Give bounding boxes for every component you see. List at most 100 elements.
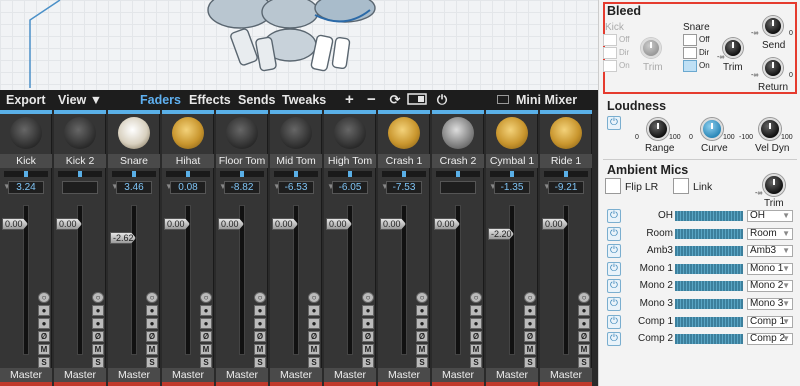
mute-button[interactable]: M (524, 344, 536, 355)
mic-output-select[interactable]: Comp 1 ▼ (747, 315, 793, 328)
output-routing[interactable]: Master (162, 368, 214, 382)
solo-button[interactable]: S (524, 357, 536, 368)
mute-button[interactable]: M (254, 344, 266, 355)
mute-button[interactable]: M (416, 344, 428, 355)
solo-dot-icon[interactable]: ● (38, 305, 50, 316)
layout-toggle-icon[interactable] (407, 92, 427, 108)
mute-button[interactable]: M (578, 344, 590, 355)
output-routing[interactable]: Master (486, 368, 538, 382)
pan-slider[interactable] (220, 171, 264, 177)
solo-dot-icon[interactable]: ● (362, 305, 374, 316)
solo-button[interactable]: S (38, 357, 50, 368)
mute-button[interactable]: M (38, 344, 50, 355)
fader-track[interactable] (509, 205, 515, 355)
refresh-icon[interactable]: ⟳ (387, 92, 403, 108)
flip-lr-checkbox[interactable] (605, 178, 621, 194)
solo-button[interactable]: S (254, 357, 266, 368)
mic-level-meter[interactable] (675, 263, 743, 274)
mic-level-meter[interactable] (675, 228, 743, 239)
curve-knob[interactable] (701, 118, 723, 140)
power-icon[interactable]: ⏻ (434, 92, 450, 108)
bleed-kick-off-switch[interactable] (603, 34, 617, 46)
bleed-kick-on-switch[interactable] (603, 60, 617, 72)
fader-knob[interactable]: 0.00 (164, 218, 190, 230)
tab-sends[interactable]: Sends (238, 93, 276, 107)
volume-value-field[interactable]: -9.21 (548, 181, 584, 194)
instrument-icon[interactable] (118, 117, 150, 149)
remove-channel-button[interactable]: − (367, 91, 376, 108)
solo-dot-icon[interactable]: ● (524, 305, 536, 316)
drum-kit-canvas[interactable] (0, 0, 598, 90)
solo-button[interactable]: S (308, 357, 320, 368)
record-arm-icon[interactable]: ○ (416, 292, 428, 303)
tab-effects[interactable]: Effects (189, 93, 231, 107)
output-routing[interactable]: Master (0, 368, 52, 382)
mute-button[interactable]: M (200, 344, 212, 355)
pan-slider[interactable] (544, 171, 588, 177)
volume-value-field[interactable]: 3.46 (116, 181, 152, 194)
link-checkbox[interactable] (673, 178, 689, 194)
loudness-power-button[interactable]: ⏻ (607, 116, 621, 130)
output-routing[interactable]: Master (378, 368, 430, 382)
tab-faders[interactable]: Faders (140, 93, 181, 107)
record-arm-icon[interactable]: ○ (38, 292, 50, 303)
mute-button[interactable]: M (308, 344, 320, 355)
mute-dot-icon[interactable]: ● (146, 318, 158, 329)
fader-knob[interactable]: 0.00 (56, 218, 82, 230)
volume-value-field[interactable]: -8.82 (224, 181, 260, 194)
phase-button[interactable]: Ø (578, 331, 590, 342)
volume-value-field[interactable]: 3.24 (8, 181, 44, 194)
solo-button[interactable]: S (146, 357, 158, 368)
mic-output-select[interactable]: Mono 1 ▼ (747, 262, 793, 275)
instrument-icon[interactable] (226, 117, 258, 149)
solo-button[interactable]: S (578, 357, 590, 368)
mute-dot-icon[interactable]: ● (362, 318, 374, 329)
mute-dot-icon[interactable]: ● (308, 318, 320, 329)
fader-knob[interactable]: 0.00 (542, 218, 568, 230)
pan-slider[interactable] (166, 171, 210, 177)
phase-button[interactable]: Ø (470, 331, 482, 342)
solo-dot-icon[interactable]: ● (416, 305, 428, 316)
pan-slider[interactable] (382, 171, 426, 177)
mute-dot-icon[interactable]: ● (254, 318, 266, 329)
tab-tweaks[interactable]: Tweaks (282, 93, 326, 107)
solo-dot-icon[interactable]: ● (92, 305, 104, 316)
mic-level-meter[interactable] (675, 316, 743, 327)
mic-output-select[interactable]: Amb3 ▼ (747, 245, 793, 258)
send-knob[interactable] (763, 16, 783, 36)
mic-output-select[interactable]: Mono 3 ▼ (747, 298, 793, 310)
vel-dyn-knob[interactable] (759, 118, 781, 140)
bleed-kick-trim-knob[interactable] (641, 38, 661, 58)
fader-track[interactable] (131, 205, 137, 355)
mute-dot-icon[interactable]: ● (416, 318, 428, 329)
instrument-icon[interactable] (550, 117, 582, 149)
output-routing[interactable]: Master (216, 368, 268, 382)
mini-mixer-label[interactable]: Mini Mixer (516, 93, 577, 107)
fader-knob[interactable]: -2.20 (488, 228, 514, 240)
phase-button[interactable]: Ø (146, 331, 158, 342)
fader-knob[interactable]: 0.00 (434, 218, 460, 230)
mic-level-meter[interactable] (675, 299, 743, 309)
instrument-icon[interactable] (280, 117, 312, 149)
fader-knob[interactable]: 0.00 (272, 218, 298, 230)
output-routing[interactable]: Master (270, 368, 322, 382)
mute-button[interactable]: M (470, 344, 482, 355)
fader-knob[interactable]: 0.00 (2, 218, 28, 230)
volume-value-field[interactable]: 0.08 (170, 181, 206, 194)
mic-level-meter[interactable] (675, 334, 743, 345)
fader-knob[interactable]: 0.00 (326, 218, 352, 230)
solo-button[interactable]: S (200, 357, 212, 368)
instrument-icon[interactable] (172, 117, 204, 149)
view-menu[interactable]: View ▼ (58, 93, 102, 107)
phase-button[interactable]: Ø (38, 331, 50, 342)
record-arm-icon[interactable]: ○ (308, 292, 320, 303)
fader-knob[interactable]: 0.00 (218, 218, 244, 230)
instrument-icon[interactable] (442, 117, 474, 149)
solo-dot-icon[interactable]: ● (308, 305, 320, 316)
volume-value-field[interactable]: -6.05 (332, 181, 368, 194)
solo-button[interactable]: S (362, 357, 374, 368)
pan-slider[interactable] (328, 171, 372, 177)
range-knob[interactable] (647, 118, 669, 140)
instrument-icon[interactable] (334, 117, 366, 149)
solo-dot-icon[interactable]: ● (200, 305, 212, 316)
